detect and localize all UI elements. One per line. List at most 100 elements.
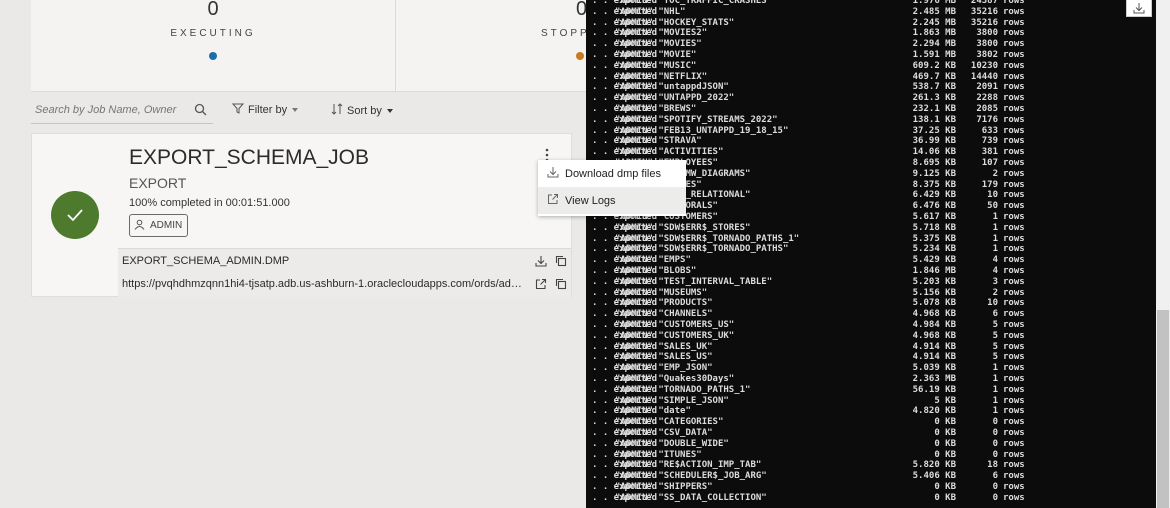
download-icon[interactable] — [535, 254, 547, 272]
filter-by-button[interactable]: Filter by — [231, 103, 299, 117]
log-row-count: 10230 — [970, 60, 998, 71]
log-line: . . exported "ADMIN"."EMP_JSON" 5.039 KB 1 r… — [586, 363, 1156, 374]
dump-file-url: https://pvqhdhmzqnn1hi4-tjsatp.adb.us-as… — [122, 278, 526, 290]
log-row-count: 35216 — [970, 17, 998, 28]
log-rows-label: rows — [1003, 82, 1025, 93]
log-table-name: "ADMIN"."ITUNES" — [615, 449, 702, 460]
log-row-count: 10 — [987, 298, 998, 309]
log-row-count: 2288 — [976, 93, 998, 104]
log-rows-label: rows — [1003, 471, 1025, 482]
log-table-name: "ADMIN"."untappdJSON" — [615, 82, 729, 93]
job-actions-menu: Download dmp files View Logs — [538, 160, 686, 216]
filter-icon — [231, 103, 245, 117]
download-icon — [547, 166, 559, 181]
log-table-name: "ADMIN"."SHIPPERS" — [615, 482, 713, 492]
log-table-name: "ADMIN"."TORNADO_PATHS_1" — [615, 384, 751, 395]
log-rows-label: rows — [1003, 190, 1025, 201]
scrollbar[interactable] — [1156, 0, 1170, 508]
log-line: . . exported "ADMIN"."NETFLIX" 469.7 KB 144… — [586, 72, 1156, 83]
log-row-count: 50 — [987, 201, 998, 212]
log-size: 2.485 MB — [912, 6, 956, 17]
log-rows-label: rows — [1003, 276, 1025, 287]
scrollbar-thumb[interactable] — [1157, 310, 1169, 508]
log-line: . . exported "ADMIN"."date" 4.820 KB 1 rows — [586, 406, 1156, 417]
owner-badge: ADMIN — [129, 214, 189, 237]
log-row-count: 2 — [992, 168, 998, 179]
log-size: 5.234 KB — [912, 244, 956, 255]
export-log-terminal[interactable]: . . exported "ADMIN"."TOC_TRAFFIC_CRASHES… — [586, 0, 1156, 508]
job-progress: 100% completed in 00:01:51.000 — [129, 197, 290, 209]
log-line: . . exported "ADMIN"."STRAVA" 36.99 KB 739 r… — [586, 136, 1156, 147]
log-table-name: "ADMIN"."Quakes30Days" — [615, 374, 735, 384]
log-row-count: 18 — [987, 460, 998, 471]
log-line: . . exported "ADMIN"."MUSIC" 609.2 KB 10230… — [586, 61, 1156, 72]
log-row-count: 1 — [992, 212, 998, 222]
log-line: . . exported "ADMIN"."TEST_INTERVAL_TABLE… — [586, 277, 1156, 288]
log-rows-label: rows — [1003, 114, 1025, 125]
log-rows-label: rows — [1003, 406, 1025, 417]
log-line: . . exported "ADMIN"."CSV_DATA" 0 KB 0 rows — [586, 428, 1156, 439]
log-line: . . exported "ADMIN"."MOVIES" 2.294 MB 3800… — [586, 39, 1156, 50]
log-table-name: "ADMIN"."SPOTIFY_STREAMS_2022" — [615, 114, 778, 125]
stopped-stat[interactable]: 0 STOPP — [541, 0, 586, 91]
log-row-count: 1 — [992, 222, 998, 233]
log-table-name: "ADMIN"."SS_DATA_COLLECTION" — [615, 492, 767, 503]
log-size: 8.375 KB — [912, 179, 956, 190]
log-size: 56.19 KB — [912, 384, 956, 395]
copy-icon[interactable] — [555, 277, 567, 295]
menu-item-view-logs[interactable]: View Logs — [538, 187, 686, 214]
log-size: 5.718 KB — [912, 222, 956, 233]
log-table-name: "ADMIN"."SALES_US" — [615, 352, 713, 363]
log-row-count: 0 — [992, 417, 998, 428]
log-table-name: "ADMIN"."STRAVA" — [615, 136, 702, 147]
log-row-count: 5 — [992, 352, 998, 363]
log-row-count: 5 — [992, 330, 998, 341]
job-status-area — [32, 134, 118, 296]
log-table-name: "ADMIN"."CSV_DATA" — [615, 428, 713, 438]
log-rows-label: rows — [1003, 287, 1025, 298]
log-table-name: "ADMIN"."EMPS" — [615, 255, 691, 266]
owner-name: ADMIN — [150, 220, 183, 231]
log-size: 5.039 KB — [912, 363, 956, 374]
log-line: . . exported "ADMIN"."CATEGORIES" 0 KB 0 row… — [586, 417, 1156, 428]
log-size: 4.968 KB — [912, 330, 956, 341]
log-line: . . exported "ADMIN"."BLOBS" 1.846 MB 4 rows — [586, 266, 1156, 277]
log-table-name: "ADMIN"."RE$ACTION_IMP_TAB" — [615, 460, 762, 471]
log-size: 5.820 KB — [912, 460, 956, 471]
log-line: . . exported "ADMIN"."RE$ACTION_IMP_TAB" 5… — [586, 460, 1156, 471]
sort-by-label: Sort by — [347, 104, 382, 117]
log-row-count: 1 — [992, 244, 998, 255]
log-table-name: "ADMIN"."NHL" — [615, 6, 686, 17]
executing-stat[interactable]: 0 EXECUTING — [31, 0, 396, 91]
sort-icon — [331, 103, 343, 118]
log-table-name: "ADMIN"."SDW$ERR$_STORES" — [615, 222, 751, 233]
log-size: 6.476 KB — [912, 201, 956, 212]
log-line: . . exported "ADMIN"."SDW$ERR$_TORNADO_PA… — [586, 234, 1156, 245]
log-rows-label: rows — [1003, 39, 1025, 50]
log-line: . . exported "ADMIN"."BREWS" 232.1 KB 2085 r… — [586, 104, 1156, 115]
url-actions — [535, 277, 567, 295]
sort-by-button[interactable]: Sort by — [331, 103, 394, 118]
log-table-name: "ADMIN"."CUSTOMERS_US" — [615, 320, 735, 330]
download-icon[interactable] — [1126, 0, 1152, 17]
log-row-count: 2085 — [976, 104, 998, 114]
log-table-name: "ADMIN"."PRODUCTS" — [615, 298, 713, 309]
success-status-icon — [51, 191, 99, 239]
log-size: 37.25 KB — [912, 125, 956, 136]
stopped-dot — [576, 52, 584, 60]
job-card[interactable]: EXPORT_SCHEMA_JOB EXPORT 100% completed … — [31, 133, 572, 297]
log-rows-label: rows — [1003, 147, 1025, 158]
log-size: 538.7 KB — [912, 82, 956, 93]
menu-item-label: View Logs — [565, 194, 616, 207]
log-rows-label: rows — [1003, 363, 1025, 374]
chevron-down-icon — [291, 104, 299, 116]
external-link-icon[interactable] — [535, 277, 547, 295]
copy-icon[interactable] — [555, 254, 567, 272]
search-input[interactable] — [31, 99, 185, 121]
log-size: 0 KB — [934, 449, 956, 460]
log-row-count: 1 — [992, 374, 998, 384]
log-rows-label: rows — [1003, 298, 1025, 309]
log-table-name: "ADMIN"."ACTIVITIES" — [615, 147, 724, 158]
menu-item-download-dmp[interactable]: Download dmp files — [538, 160, 686, 187]
search-icon[interactable] — [194, 103, 207, 121]
